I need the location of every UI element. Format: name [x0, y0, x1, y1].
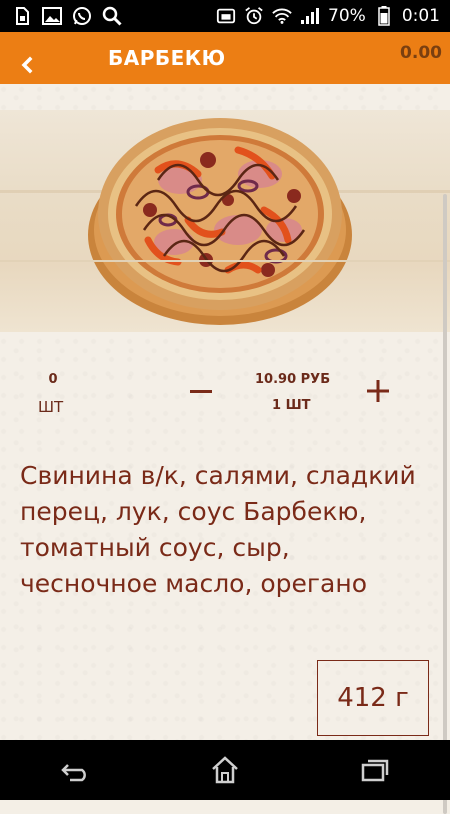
increase-button[interactable] [365, 378, 391, 404]
nav-recents-button[interactable] [345, 750, 405, 790]
pizza-image [88, 118, 352, 325]
weight-value: 412 г [337, 683, 409, 713]
android-icon [216, 6, 236, 26]
recents-icon [361, 759, 389, 782]
weight-badge: 412 г [317, 660, 429, 736]
decrease-button[interactable] [188, 378, 214, 404]
status-bar: 70% 0:01 [0, 0, 450, 32]
signal-icon [300, 6, 320, 26]
plus-icon [367, 380, 389, 402]
image-icon [42, 6, 62, 26]
minus-icon [190, 390, 212, 393]
price-per-unit: 1 ШТ [272, 398, 311, 413]
cart-quantity: 0 [48, 372, 58, 387]
scrollbar[interactable] [443, 194, 447, 814]
cart-quantity-unit: ШТ [38, 398, 64, 416]
product-content [0, 84, 450, 814]
sim-icon [12, 6, 32, 26]
battery-percent: 70% [328, 6, 366, 26]
whatsapp-icon [72, 6, 92, 26]
system-nav-bar [0, 740, 450, 800]
page-title: БАРБЕКЮ [108, 46, 226, 70]
search-icon [102, 6, 122, 26]
back-button[interactable] [14, 52, 40, 78]
product-image [0, 110, 450, 332]
clock: 0:01 [401, 6, 440, 26]
back-icon [61, 764, 86, 782]
cart-total[interactable]: 0.00 [400, 43, 442, 63]
battery-icon [374, 6, 394, 26]
wifi-icon [272, 6, 292, 26]
price-label: 10.90 РУБ [255, 372, 331, 387]
product-description: Свинина в/к, салями, сладкий перец, лук,… [20, 461, 416, 598]
nav-home-button[interactable] [195, 750, 255, 790]
alarm-icon [244, 6, 264, 26]
home-icon [212, 756, 238, 784]
nav-back-button[interactable] [45, 750, 105, 790]
chevron-left-icon [21, 56, 33, 74]
app-header: БАРБЕКЮ 0.00 [0, 32, 450, 84]
